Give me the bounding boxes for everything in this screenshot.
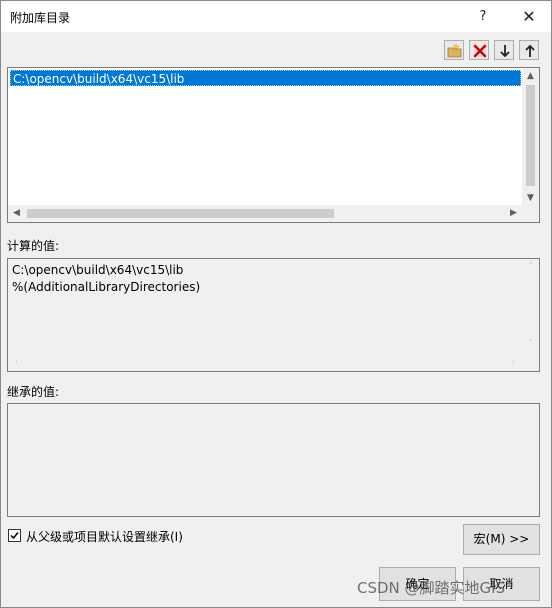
delete-button[interactable] bbox=[469, 40, 489, 60]
evaluated-line: %(AdditionalLibraryDirectories) bbox=[12, 280, 201, 294]
csdn-watermark: CSDN @脚踏实地GIS bbox=[357, 579, 506, 597]
evaluated-value-text: C:\opencv\build\x64\vc15\lib %(Additiona… bbox=[12, 262, 200, 296]
title-bar: 附加库目录 ? ✕ bbox=[1, 1, 551, 32]
scroll-up-arrow-icon[interactable]: ˄ bbox=[522, 259, 539, 276]
arrow-up-icon bbox=[525, 44, 535, 57]
scroll-right-arrow-icon[interactable]: ▶ bbox=[505, 205, 522, 222]
directory-list-item[interactable]: C:\opencv\build\x64\vc15\lib bbox=[10, 70, 521, 86]
close-button[interactable]: ✕ bbox=[507, 1, 551, 32]
move-up-button[interactable] bbox=[519, 40, 539, 60]
checkmark-icon bbox=[10, 532, 19, 540]
red-x-icon bbox=[473, 44, 487, 58]
scroll-up-arrow-icon[interactable]: ▲ bbox=[522, 68, 539, 85]
new-line-button[interactable] bbox=[444, 40, 464, 60]
evaluated-line: C:\opencv\build\x64\vc15\lib bbox=[12, 263, 184, 277]
scrollbar-corner bbox=[522, 205, 539, 222]
directory-list-vertical-scrollbar[interactable]: ▲ ▼ bbox=[522, 68, 539, 207]
scroll-left-arrow-icon[interactable]: ◀ bbox=[8, 205, 25, 222]
help-button[interactable]: ? bbox=[461, 1, 505, 32]
scroll-left-arrow-icon[interactable]: ‹ bbox=[8, 354, 25, 371]
evaluated-value-label: 计算的值: bbox=[7, 239, 60, 253]
horizontal-scroll-thumb[interactable] bbox=[27, 209, 334, 218]
directory-list-horizontal-scrollbar[interactable]: ◀ ▶ bbox=[8, 205, 522, 222]
inherit-checkbox-label[interactable]: 从父级或项目默认设置继承(I) bbox=[26, 528, 183, 545]
additional-library-directories-dialog: 附加库目录 ? ✕ C:\opencv\build\x64\vc15\lib ▲… bbox=[0, 0, 552, 608]
inherit-checkbox[interactable] bbox=[8, 529, 21, 542]
scroll-down-arrow-icon[interactable]: ˅ bbox=[522, 336, 539, 353]
macros-button[interactable]: 宏(M) >> bbox=[463, 524, 540, 555]
directory-list[interactable]: C:\opencv\build\x64\vc15\lib ▲ ▼ ◀ ▶ bbox=[7, 67, 540, 223]
dialog-title: 附加库目录 bbox=[10, 11, 71, 25]
evaluated-value-box: C:\opencv\build\x64\vc15\lib %(Additiona… bbox=[7, 258, 540, 372]
vertical-scroll-thumb[interactable] bbox=[526, 85, 535, 186]
inherited-value-box bbox=[7, 403, 540, 517]
arrow-down-icon bbox=[500, 45, 510, 58]
inherited-value-label: 继承的值: bbox=[7, 385, 60, 399]
scroll-right-arrow-icon[interactable]: › bbox=[505, 354, 522, 371]
new-folder-icon bbox=[447, 43, 462, 58]
move-down-button[interactable] bbox=[494, 40, 514, 60]
